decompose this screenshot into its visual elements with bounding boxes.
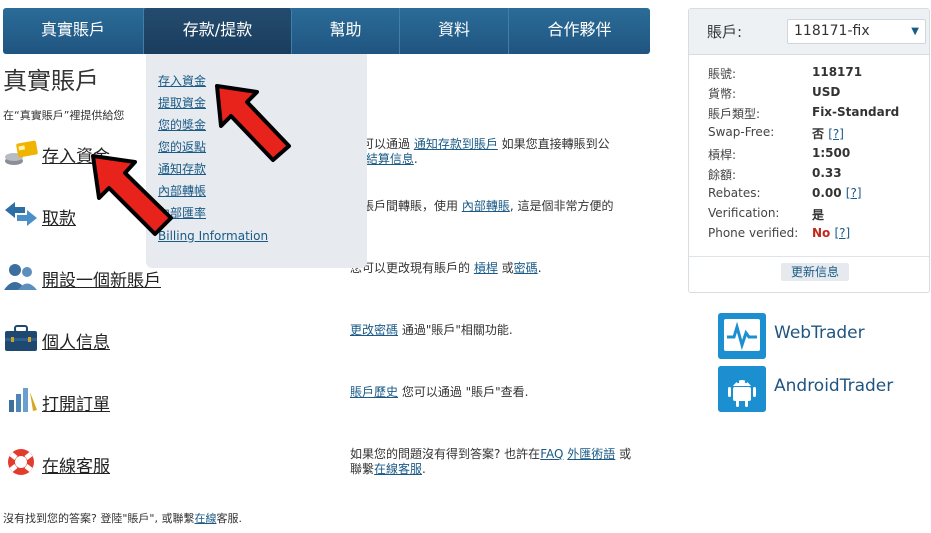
- app-androidtrader[interactable]: AndroidTrader: [718, 366, 918, 412]
- red-arrow-dropdown-icon: [215, 84, 291, 162]
- settlement-info-link[interactable]: 結算信息: [366, 152, 414, 166]
- nav-partners[interactable]: 合作夥伴: [509, 8, 650, 54]
- users-icon: [4, 264, 37, 290]
- chevron-down-icon: ▼: [911, 26, 919, 37]
- nav-deposit-withdraw[interactable]: 存款/提款: [144, 8, 292, 54]
- row-label-withdraw[interactable]: 取款: [42, 204, 76, 229]
- field-key-account-number: 賬號:: [708, 67, 737, 81]
- field-val-phone-verified: No [?]: [812, 226, 851, 240]
- dd-withdraw-funds[interactable]: 提取資金: [158, 94, 206, 111]
- nav-help[interactable]: 幫助: [292, 8, 400, 54]
- field-key-rebates: Rebates:: [708, 186, 761, 200]
- panel-divider: [689, 256, 929, 257]
- online-support-link[interactable]: 在線客服: [374, 462, 422, 476]
- row-desc-withdraw: 在賬戶間轉賬，使用 內部轉賬, 這是個非常方便的 務.: [350, 199, 614, 228]
- password-link[interactable]: 密碼: [514, 261, 538, 275]
- app-webtrader[interactable]: WebTrader: [718, 313, 918, 359]
- field-val-swap-free: 否 [?]: [812, 127, 844, 141]
- dd-your-bonus[interactable]: 您的獎金: [158, 116, 206, 133]
- webtrader-pulse-icon: [718, 313, 766, 359]
- row-desc-personal-info: 更改密碼 通過"賬戶"相關功能.: [350, 323, 513, 337]
- field-val-rebates: 0.00 [?]: [812, 186, 862, 200]
- nav-real-account[interactable]: 真實賬戶: [3, 8, 144, 54]
- footer-note: 沒有找到您的答案? 登陸"賬戶", 或聯繫在線客服.: [3, 512, 242, 525]
- row-desc-new-account: 您可以更改現有賬戶的 槓桿 或密碼.: [350, 261, 542, 275]
- account-panel: 賬戶: 118171-fix ▼ 賬號: 118171 貨幣: USD 賬戶類型…: [688, 8, 930, 293]
- field-key-balance: 餘額:: [708, 168, 737, 182]
- field-val-account-number: 118171: [812, 65, 863, 79]
- row-label-new-account[interactable]: 開設一個新賬戶: [42, 266, 161, 291]
- forex-glossary-link[interactable]: 外匯術語: [567, 447, 615, 461]
- field-val-currency: USD: [812, 85, 841, 99]
- app-label-webtrader: WebTrader: [774, 323, 865, 343]
- phone-verified-help-link[interactable]: [?]: [834, 226, 850, 240]
- chart-order-icon: [9, 388, 37, 412]
- withdraw-arrows-icon: [5, 202, 37, 226]
- row-label-open-orders[interactable]: 打開訂單: [42, 390, 110, 415]
- deposit-coins-icon: [5, 140, 38, 165]
- main-nav: 真實賬戶 存款/提款 幫助 資料 合作夥伴: [3, 8, 650, 54]
- red-arrow-deposit-icon: [91, 154, 173, 236]
- row-label-online-support[interactable]: 在線客服: [42, 452, 110, 477]
- leverage-link[interactable]: 槓桿: [474, 261, 498, 275]
- change-password-link[interactable]: 更改密碼: [350, 323, 398, 337]
- refresh-info-button[interactable]: 更新信息: [781, 263, 849, 281]
- field-key-verification: Verification:: [708, 206, 780, 220]
- page-title: 真實賬戶: [3, 67, 99, 95]
- field-key-leverage: 槓桿:: [708, 148, 737, 162]
- row-label-personal-info[interactable]: 個人信息: [42, 328, 110, 353]
- swap-free-help-link[interactable]: [?]: [828, 127, 844, 141]
- account-select[interactable]: 118171-fix ▼: [787, 19, 926, 44]
- rebates-help-link[interactable]: [?]: [846, 186, 862, 200]
- field-val-account-type: Fix-Standard: [812, 105, 900, 119]
- android-robot-icon: [718, 366, 766, 412]
- field-key-phone-verified: Phone verified:: [708, 226, 799, 240]
- row-desc-deposit: 也可以通過 通知存款到賬戶 如果您直接轉賬到公 的 結算信息.: [350, 137, 610, 166]
- row-desc-open-orders: 賬戶歷史 您可以通過 "賬戶"查看.: [350, 385, 529, 399]
- field-key-currency: 貨幣:: [708, 87, 737, 101]
- field-val-verification: 是: [812, 208, 825, 222]
- lifebuoy-icon: [8, 449, 34, 475]
- nav-info[interactable]: 資料: [400, 8, 509, 54]
- field-val-balance: 0.33: [812, 166, 842, 180]
- internal-transfer-link[interactable]: 內部轉賬: [462, 199, 510, 213]
- account-panel-header: 賬戶: 118171-fix ▼: [689, 9, 929, 55]
- intro-text: 在“真實賬戶”裡提供給您: [3, 109, 125, 122]
- field-key-account-type: 賬戶類型:: [708, 107, 761, 121]
- field-val-leverage: 1:500: [812, 146, 851, 160]
- account-label: 賬戶:: [707, 23, 743, 41]
- row-desc-online-support: 如果您的問題沒有得到答案? 也許在FAQ 外匯術語 或 聯繫在線客服.: [350, 447, 632, 476]
- briefcase-icon: [5, 325, 37, 351]
- field-key-swap-free: Swap-Free:: [708, 125, 775, 139]
- dd-deposit-funds[interactable]: 存入資金: [158, 72, 206, 89]
- footer-online-link[interactable]: 在線: [194, 512, 216, 525]
- app-label-androidtrader: AndroidTrader: [774, 376, 894, 396]
- notify-deposit-link[interactable]: 通知存款到賬戶: [414, 137, 498, 151]
- faq-link[interactable]: FAQ: [540, 447, 563, 461]
- account-history-link[interactable]: 賬戶歷史: [350, 385, 398, 399]
